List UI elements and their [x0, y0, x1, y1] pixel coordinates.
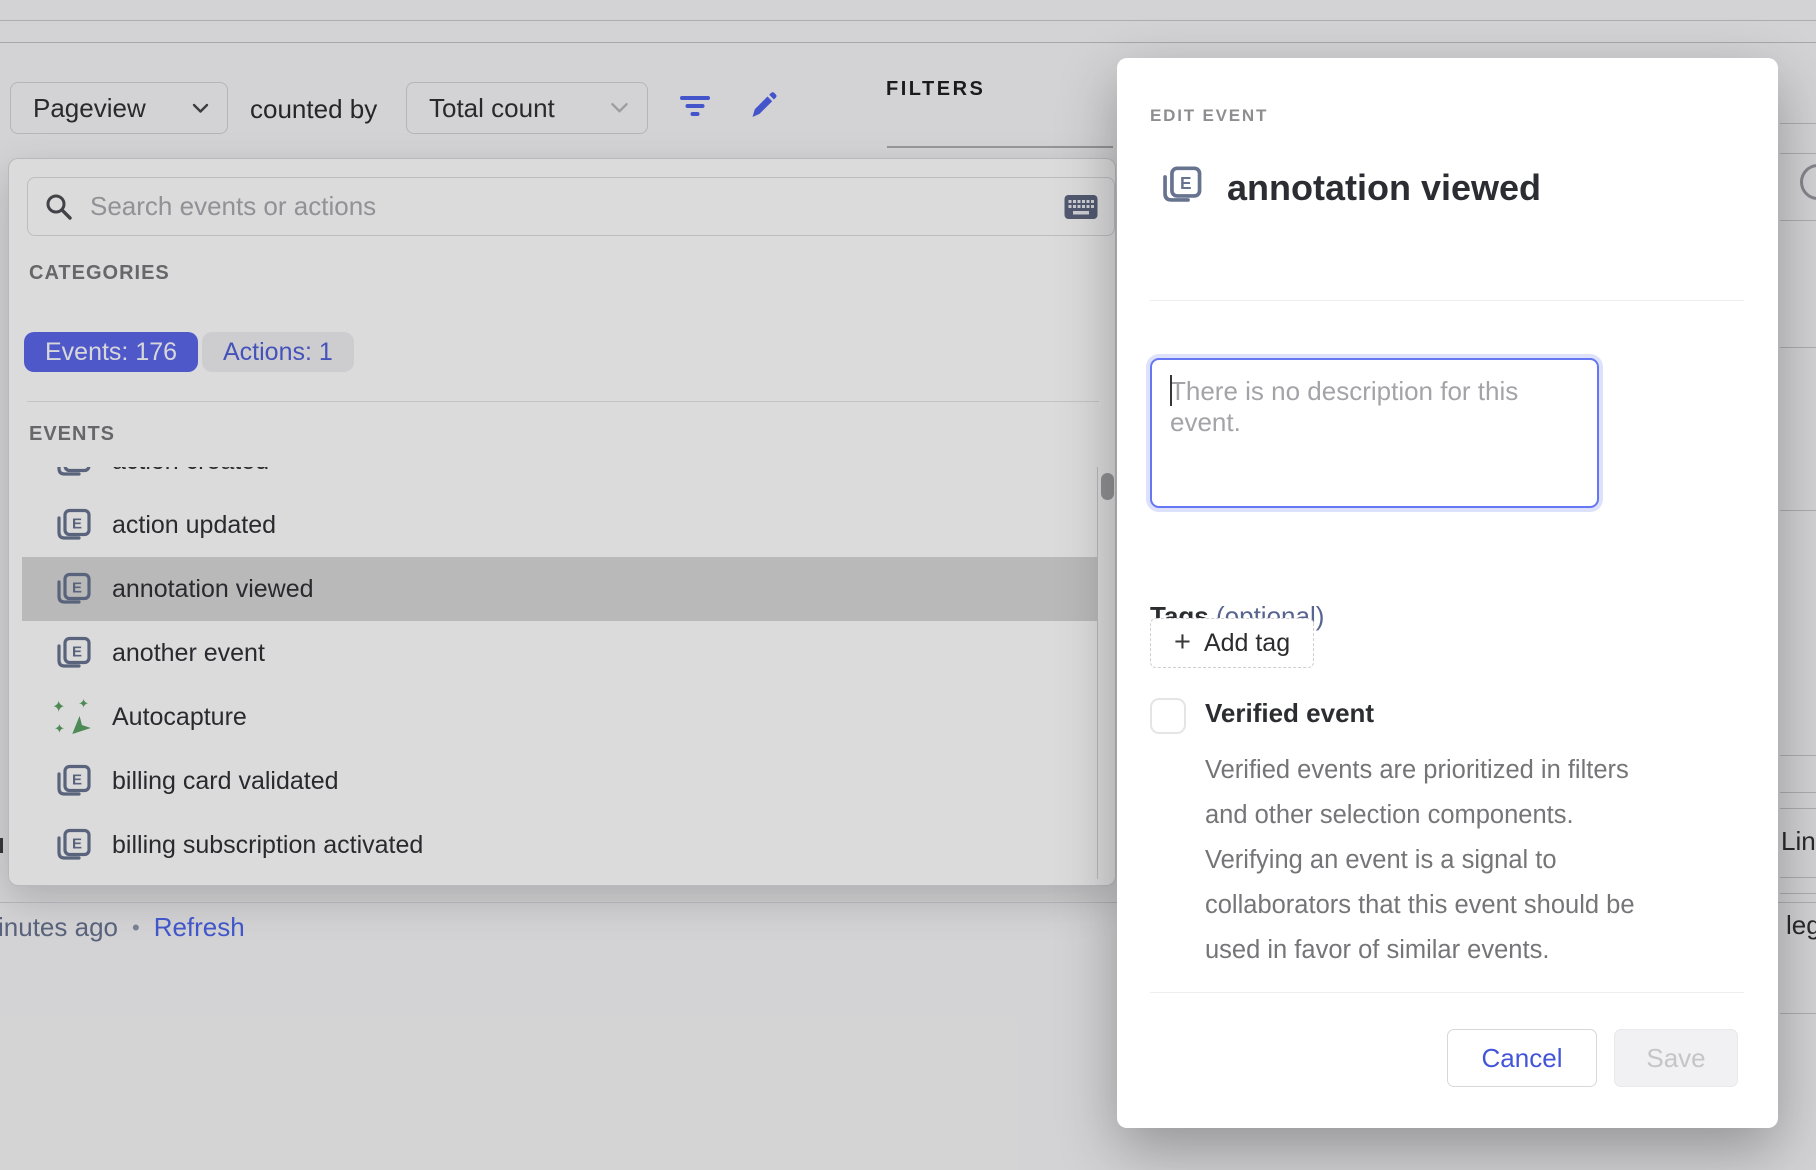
- add-tag-button[interactable]: + Add tag: [1150, 618, 1314, 668]
- verified-event-label: Verified event: [1205, 698, 1374, 729]
- event-icon: E: [1157, 162, 1203, 213]
- edit-event-title: annotation viewed: [1227, 167, 1541, 209]
- screen: Pageview counted by Total count FILTERS: [0, 0, 1816, 1170]
- plus-icon: +: [1174, 628, 1191, 657]
- cancel-button[interactable]: Cancel: [1447, 1029, 1597, 1087]
- divider: [1150, 300, 1744, 301]
- description-textarea[interactable]: [1150, 358, 1599, 508]
- text-caret: [1170, 375, 1172, 406]
- edit-event-kicker: EDIT EVENT: [1150, 106, 1268, 126]
- edit-event-panel: EDIT EVENT E annotation viewed Descripti…: [1117, 58, 1778, 1128]
- verified-event-checkbox[interactable]: [1150, 698, 1186, 734]
- verified-help-text: Verified events are prioritized in filte…: [1205, 748, 1685, 973]
- save-button[interactable]: Save: [1614, 1029, 1738, 1087]
- svg-text:E: E: [1180, 173, 1192, 193]
- divider: [1150, 992, 1744, 993]
